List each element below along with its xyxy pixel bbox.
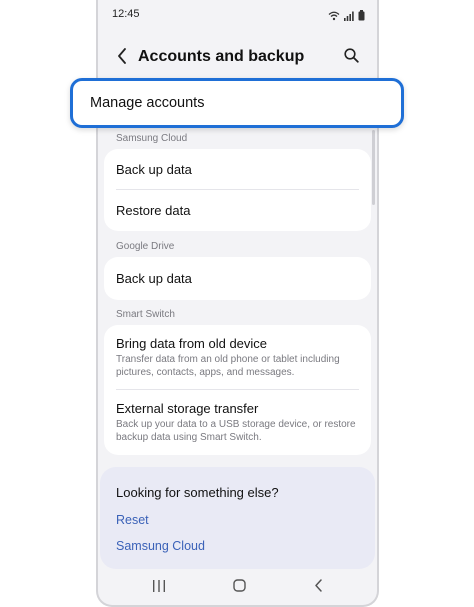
- row-title: Back up data: [116, 271, 192, 286]
- row-title: Back up data: [116, 162, 192, 177]
- status-icons: [328, 8, 365, 26]
- app-header: Accounts and backup: [98, 40, 377, 76]
- samsung-cloud-card: Back up data Restore data: [104, 149, 371, 231]
- external-storage-item[interactable]: External storage transfer Back up your d…: [104, 390, 371, 455]
- samsung-cloud-restore-item[interactable]: Restore data: [104, 190, 371, 231]
- navigation-bar: [98, 572, 377, 604]
- help-title: Looking for something else?: [116, 485, 279, 500]
- manage-accounts-item[interactable]: Manage accounts: [70, 78, 404, 128]
- row-description: Back up your data to a USB storage devic…: [116, 419, 356, 443]
- wifi-icon: [328, 8, 340, 26]
- recents-icon: [152, 579, 166, 597]
- page-title: Accounts and backup: [138, 48, 305, 65]
- search-icon: [343, 48, 359, 68]
- row-title: External storage transfer: [116, 401, 259, 416]
- section-label-samsung-cloud: Samsung Cloud: [116, 133, 188, 144]
- google-drive-card: Back up data: [104, 257, 371, 300]
- back-button[interactable]: [110, 46, 134, 70]
- row-description: Transfer data from an old phone or table…: [116, 354, 340, 378]
- battery-icon: [358, 8, 365, 26]
- manage-accounts-label: Manage accounts: [90, 95, 205, 111]
- section-label-smart-switch: Smart Switch: [116, 309, 175, 320]
- help-card: Looking for something else? Reset Samsun…: [100, 467, 375, 569]
- samsung-cloud-backup-item[interactable]: Back up data: [104, 149, 371, 189]
- home-button[interactable]: [227, 578, 251, 598]
- home-icon: [232, 579, 246, 597]
- search-button[interactable]: [339, 46, 363, 70]
- smart-switch-card: Bring data from old device Transfer data…: [104, 325, 371, 455]
- status-time: 12:45: [112, 8, 140, 20]
- row-title: Bring data from old device: [116, 336, 268, 351]
- reset-link[interactable]: Reset: [116, 513, 149, 527]
- signal-icon: [344, 8, 354, 26]
- scrollbar[interactable]: [372, 130, 375, 205]
- chevron-left-icon: [117, 47, 127, 69]
- status-bar: 12:45: [98, 0, 377, 28]
- row-title: Restore data: [116, 203, 191, 218]
- samsung-cloud-link[interactable]: Samsung Cloud: [116, 539, 205, 553]
- recents-button[interactable]: [147, 578, 171, 598]
- system-back-button[interactable]: [306, 578, 330, 598]
- bring-data-item[interactable]: Bring data from old device Transfer data…: [104, 325, 371, 388]
- google-drive-backup-item[interactable]: Back up data: [104, 257, 371, 300]
- back-icon: [314, 579, 323, 597]
- section-label-google-drive: Google Drive: [116, 241, 175, 252]
